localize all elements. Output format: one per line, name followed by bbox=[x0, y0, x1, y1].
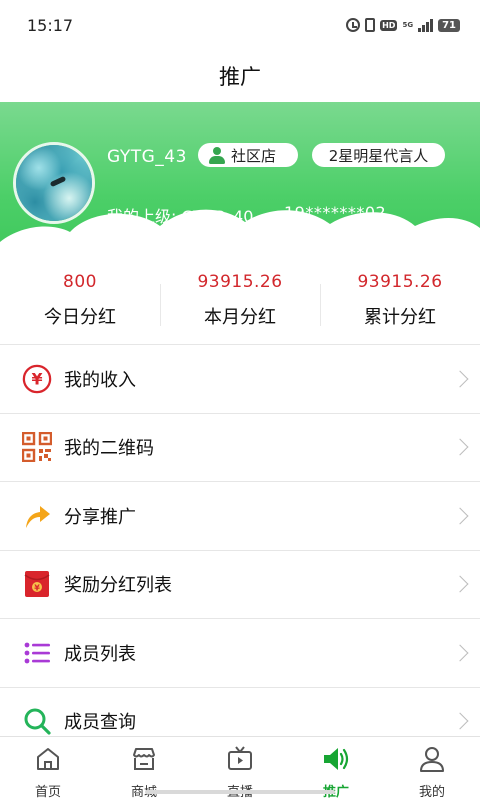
store-badge: 社区店 bbox=[198, 143, 298, 167]
chevron-right-icon bbox=[451, 507, 469, 525]
chevron-right-icon bbox=[451, 575, 469, 593]
qr-code-icon bbox=[22, 432, 52, 463]
status-bar: 15:17 HD 5G 71 bbox=[0, 0, 480, 50]
home-indicator[interactable] bbox=[145, 790, 335, 794]
superior-label: 我的上级: GYTG_40 bbox=[107, 207, 254, 226]
svg-text:¥: ¥ bbox=[31, 369, 42, 388]
chevron-right-icon bbox=[451, 438, 469, 456]
vibrate-icon bbox=[365, 18, 376, 32]
share-arrow-icon bbox=[22, 501, 52, 531]
chevron-right-icon bbox=[451, 644, 469, 662]
menu-item-rewards[interactable]: ¥ 奖励分红列表 bbox=[0, 549, 480, 619]
red-envelope-icon: ¥ bbox=[22, 569, 52, 599]
menu-label: 成员查询 bbox=[64, 712, 136, 734]
svg-text:¥: ¥ bbox=[34, 584, 40, 593]
profile-header: GYTG_43 社区店 2星明星代言人 我的上级: GYTG_40 19****… bbox=[0, 102, 480, 260]
stat-label: 本月分红 bbox=[204, 306, 276, 328]
menu-label: 成员列表 bbox=[64, 643, 136, 665]
nav-home[interactable]: 首页 bbox=[0, 737, 96, 800]
menu-item-qrcode[interactable]: 我的二维码 bbox=[0, 412, 480, 482]
stat-today[interactable]: 800 今日分红 bbox=[0, 260, 160, 344]
stat-label: 累计分红 bbox=[364, 306, 436, 328]
status-icons: HD 5G 71 bbox=[346, 18, 460, 32]
menu-label: 我的收入 bbox=[64, 369, 136, 391]
home-icon bbox=[33, 745, 63, 773]
search-icon bbox=[22, 706, 52, 736]
stat-value: 93915.26 bbox=[357, 271, 443, 292]
rank-badge-label: 2星明星代言人 bbox=[328, 146, 429, 165]
battery-icon: 71 bbox=[438, 18, 460, 32]
person-icon bbox=[208, 146, 226, 164]
dividend-stats: 800 今日分红 93915.26 本月分红 93915.26 累计分红 bbox=[0, 260, 480, 344]
stat-label: 今日分红 bbox=[44, 306, 116, 328]
stat-value: 93915.26 bbox=[197, 271, 283, 292]
yuan-circle-icon: ¥ bbox=[22, 364, 52, 394]
menu-item-share[interactable]: 分享推广 bbox=[0, 481, 480, 550]
network-icon: 5G bbox=[402, 20, 414, 29]
avatar[interactable] bbox=[13, 142, 95, 224]
menu-label: 分享推广 bbox=[64, 506, 136, 528]
megaphone-icon bbox=[321, 745, 351, 773]
menu-item-income[interactable]: ¥ 我的收入 bbox=[0, 344, 480, 413]
signal-icon bbox=[418, 18, 434, 32]
username: GYTG_43 bbox=[107, 147, 187, 167]
network-label: 5G bbox=[402, 20, 414, 29]
store-badge-label: 社区店 bbox=[231, 146, 277, 165]
nav-label: 我的 bbox=[418, 785, 445, 800]
page-title: 推广 bbox=[219, 65, 261, 89]
stat-total[interactable]: 93915.26 累计分红 bbox=[320, 260, 480, 344]
stat-value: 800 bbox=[63, 271, 97, 292]
superior-phone: 19*******02 bbox=[284, 203, 387, 222]
alarm-icon bbox=[346, 18, 361, 32]
chevron-right-icon bbox=[451, 712, 469, 730]
user-icon bbox=[417, 745, 447, 773]
menu-label: 我的二维码 bbox=[64, 438, 154, 460]
chevron-right-icon bbox=[451, 370, 469, 388]
hd-icon: HD bbox=[380, 19, 398, 31]
stat-month[interactable]: 93915.26 本月分红 bbox=[160, 260, 320, 344]
menu-list: ¥ 我的收入 我的二维码 分享推广 ¥ 奖励分红列表 成员列表 成员查询 bbox=[0, 344, 480, 755]
nav-label: 首页 bbox=[34, 785, 61, 800]
rank-badge: 2星明星代言人 bbox=[312, 143, 445, 167]
status-time: 15:17 bbox=[27, 15, 74, 35]
title-bar: 推广 bbox=[0, 50, 480, 102]
menu-item-members[interactable]: 成员列表 bbox=[0, 618, 480, 687]
tv-icon bbox=[225, 745, 255, 773]
list-icon bbox=[22, 638, 52, 668]
nav-mine[interactable]: 我的 bbox=[384, 737, 480, 800]
shop-icon bbox=[129, 745, 159, 773]
menu-label: 奖励分红列表 bbox=[64, 575, 172, 597]
